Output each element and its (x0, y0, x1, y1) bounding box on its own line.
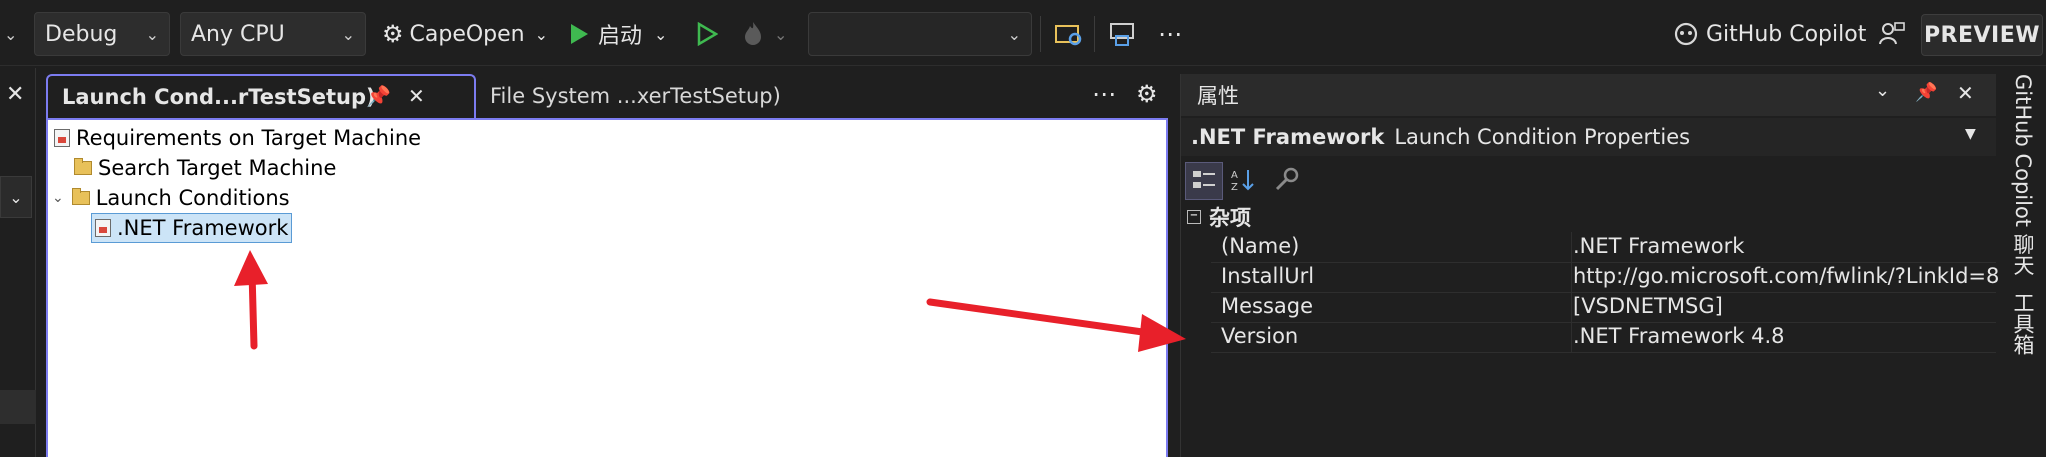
annotation-arrows (234, 250, 1186, 352)
arrow-right-annotation (926, 298, 1186, 352)
arrow-up-annotation (234, 250, 268, 350)
